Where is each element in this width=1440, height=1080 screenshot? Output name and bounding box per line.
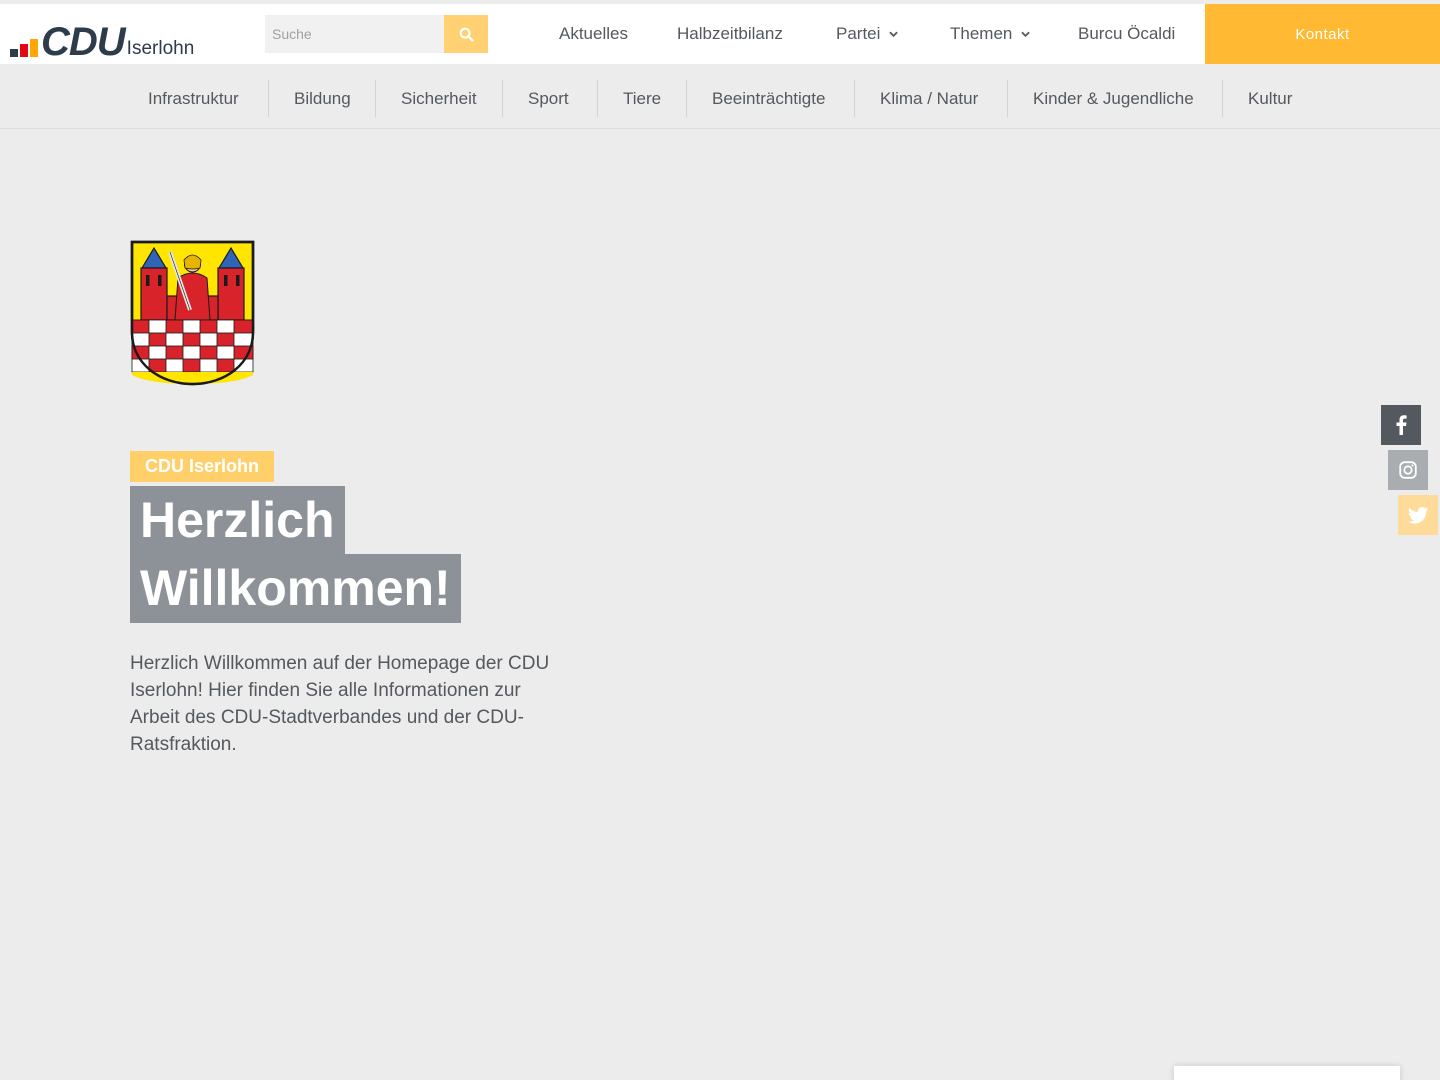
hero-badge: CDU Iserlohn <box>130 451 275 482</box>
nav-item-partei[interactable]: Partei <box>836 4 899 64</box>
search-input[interactable] <box>265 15 444 53</box>
iserlohn-coat-of-arms <box>130 240 255 386</box>
facebook-link[interactable] <box>1381 405 1421 445</box>
topic-item-sicherheit[interactable]: Sicherheit <box>401 80 477 117</box>
site-header: CDU Iserlohn Aktuelles Halbzeitbilanz Pa… <box>0 4 1440 64</box>
hero-heading-line1: Herzlich <box>130 486 345 555</box>
topic-divider <box>686 80 687 117</box>
nav-item-label: Partei <box>836 24 881 43</box>
nav-item-label: Halbzeitbilanz <box>677 24 783 43</box>
site-logo[interactable]: CDU Iserlohn <box>10 20 195 64</box>
topic-item-bildung[interactable]: Bildung <box>294 80 351 117</box>
nav-item-themen[interactable]: Themen <box>950 4 1031 64</box>
topics-nav: Infrastruktur Bildung Sicherheit Sport T… <box>0 68 1440 129</box>
topic-item-beeintraechtigte[interactable]: Beeinträchtigte <box>712 80 825 117</box>
bottom-right-card <box>1174 1066 1400 1080</box>
topic-divider <box>1007 80 1008 117</box>
logo-bars-icon <box>10 39 38 57</box>
logo-city: Iserlohn <box>126 38 195 59</box>
chevron-down-icon <box>889 31 899 37</box>
nav-item-label: Aktuelles <box>559 24 628 43</box>
topic-item-infrastruktur[interactable]: Infrastruktur <box>148 80 239 117</box>
twitter-link[interactable] <box>1398 495 1438 535</box>
nav-item-burcu-ocaldi[interactable]: Burcu Öcaldi <box>1078 4 1175 64</box>
instagram-icon <box>1399 461 1417 479</box>
chevron-down-icon <box>1021 31 1031 37</box>
instagram-link[interactable] <box>1388 450 1428 490</box>
logo-wordmark: CDU <box>41 20 126 64</box>
topic-item-kultur[interactable]: Kultur <box>1248 80 1292 117</box>
nav-item-aktuelles[interactable]: Aktuelles <box>559 4 628 64</box>
topic-divider <box>268 80 269 117</box>
topic-divider <box>375 80 376 117</box>
kontakt-button[interactable]: Kontakt <box>1205 4 1440 64</box>
nav-item-halbzeitbilanz[interactable]: Halbzeitbilanz <box>677 4 783 64</box>
twitter-icon <box>1407 506 1428 524</box>
topic-divider <box>597 80 598 117</box>
hero-intro: Herzlich Willkommen auf der Homepage der… <box>130 653 550 755</box>
topic-item-tiere[interactable]: Tiere <box>623 80 661 117</box>
search-icon <box>459 27 474 42</box>
topic-divider <box>1222 80 1223 117</box>
nav-item-label: Themen <box>950 24 1013 43</box>
nav-item-label: Burcu Öcaldi <box>1078 24 1176 43</box>
hero-heading-line2: Willkommen! <box>130 554 461 623</box>
facebook-icon <box>1396 415 1407 435</box>
topic-item-sport[interactable]: Sport <box>528 80 569 117</box>
topic-divider <box>854 80 855 117</box>
topic-divider <box>502 80 503 117</box>
search-form <box>265 15 488 53</box>
topic-item-klima-natur[interactable]: Klima / Natur <box>880 80 978 117</box>
search-button[interactable] <box>444 15 488 53</box>
topic-item-kinder-jugendliche[interactable]: Kinder & Jugendliche <box>1033 80 1194 117</box>
